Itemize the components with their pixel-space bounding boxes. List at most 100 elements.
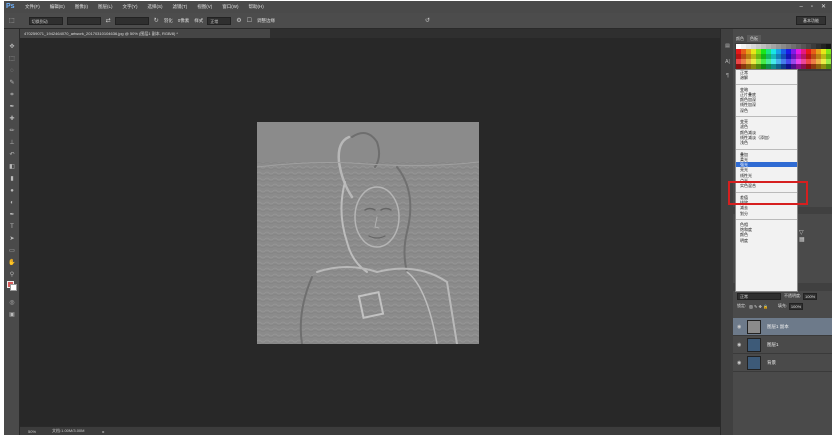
status-arrow-icon[interactable]: ▸ [102,429,104,434]
healing-brush-icon[interactable]: ✚ [7,115,17,123]
swap-icon[interactable]: ⇄ [106,17,111,24]
rotate-icon[interactable]: ↺ [425,17,430,24]
blend-mode-option[interactable]: 明度 [736,238,797,243]
fill-label: 填充: [777,303,788,308]
menu-separator [736,146,797,150]
status-bar: 50% 文档:1.00M/3.00M ▸ [20,426,720,435]
character-panel-icon[interactable]: A| [723,59,732,67]
eyedropper-icon[interactable]: ✒ [7,103,17,111]
menu-filter[interactable]: 滤镜(T) [168,1,193,13]
menu-separator [736,81,797,85]
refine-edge-label[interactable]: 调整边缘 [257,18,275,24]
history-brush-icon[interactable]: ↶ [7,151,17,159]
option-field-a[interactable] [66,16,101,25]
photoshop-window: Ps 文件(F) 编辑(E) 图像(I) 图层(L) 文字(Y) 选择(S) 滤… [4,1,832,435]
tab-color[interactable]: 颜色 [733,35,747,42]
blur-tool-icon[interactable]: ● [7,187,17,195]
zoom-tool-icon[interactable]: ⚲ [7,271,17,279]
workspace-select[interactable]: 基本功能 [796,16,826,25]
canvas-area[interactable] [20,38,720,426]
app-logo: Ps [6,3,15,10]
move-tool-icon[interactable]: ✥ [7,43,17,51]
preset-select[interactable]: 切换到动 [28,16,63,25]
option-field-b[interactable] [114,16,149,25]
eye-icon[interactable]: ◉ [737,360,743,366]
gear-icon[interactable]: ⚙ [236,17,241,24]
gradient-tool-icon[interactable]: ▮ [7,175,17,183]
color-swatch[interactable] [826,64,831,69]
feather-label: 羽化 [163,17,173,23]
window-controls: – ▫ ✕ [799,1,826,13]
layer-row[interactable]: ◉ 背景 [733,354,832,372]
screen-mode-icon[interactable]: ▣ [7,311,17,319]
annotation-highlight-box [728,181,808,205]
lasso-tool-icon[interactable]: ◌ [7,67,17,75]
quick-mask-icon[interactable]: ◎ [7,299,17,307]
lock-icons[interactable]: ▨ ✎ ✥ 🔒 [749,304,768,309]
feather-value[interactable]: 0像素 [178,18,190,24]
toolbox: ✥ ⬚ ◌ ✎ ⌗ ✒ ✚ ✏ ⊥ ↶ ◧ ▮ ● ◐ ✒ T ➤ ▭ ✋ ⚲ … [4,29,20,435]
history-panel-icon[interactable]: ▤ [723,43,732,51]
menu-separator [736,113,797,118]
brush-tool-icon[interactable]: ✏ [7,127,17,135]
menu-edit[interactable]: 编辑(E) [45,1,70,13]
layer-name: 图层1 副本 [767,323,789,329]
crop-tool-icon[interactable]: ⌗ [7,91,17,99]
minimize-icon[interactable]: – [799,1,802,13]
fill-field[interactable]: 100% [789,302,804,310]
marquee-tool-icon[interactable]: ⬚ [9,17,15,24]
panel-icon-strip: ▤ A| ¶ [720,29,733,435]
clone-stamp-icon[interactable]: ⊥ [7,139,17,147]
menu-image[interactable]: 图像(I) [70,1,93,13]
background-color[interactable] [10,284,17,291]
layer-row[interactable]: ◉ 图层1 [733,336,832,354]
layer-thumbnail [747,319,761,334]
options-bar: ⬚ 切换到动 ⇄ ↻ 羽化 0像素 样式 正常 ⚙ ☐ 调整边缘 ↺ 基本功能 [4,13,832,29]
menu-type[interactable]: 文字(Y) [118,1,143,13]
menu-select[interactable]: 选择(S) [143,1,168,13]
menu-bar: Ps 文件(F) 编辑(E) 图像(I) 图层(L) 文字(Y) 选择(S) 滤… [4,1,832,13]
opacity-label: 不透明度: [784,293,802,298]
maximize-icon[interactable]: ▫ [811,1,813,13]
document-tab-bar: 470259071_1942464070_artwork_20170310104… [20,29,720,38]
close-icon[interactable]: ✕ [821,1,826,13]
style-select[interactable]: 正常 [207,16,232,25]
adjustment-icons[interactable]: ▽ ▦ [799,229,805,243]
marquee-tool-icon[interactable]: ⬚ [7,55,17,63]
embossed-portrait-image[interactable] [257,122,479,344]
dodge-tool-icon[interactable]: ◐ [7,199,17,207]
eye-icon[interactable]: ◉ [737,324,743,330]
type-tool-icon[interactable]: T [7,223,17,231]
paragraph-panel-icon[interactable]: ¶ [723,73,732,81]
pen-tool-icon[interactable]: ✒ [7,211,17,219]
layer-blend-mode-select[interactable]: 正常 [737,292,781,300]
lock-label: 锁定: [737,303,747,308]
path-select-icon[interactable]: ➤ [7,235,17,243]
eye-icon[interactable]: ◉ [737,342,743,348]
swatch-grid[interactable] [736,44,831,69]
menu-layer[interactable]: 图层(L) [93,1,118,13]
menu-help[interactable]: 帮助(H) [244,1,269,13]
lock-row: 锁定: ▨ ✎ ✥ 🔒 填充: 100% [733,301,832,311]
refresh-icon[interactable]: ↻ [154,17,159,24]
menu-window[interactable]: 窗口(W) [217,1,243,13]
layer-name: 背景 [767,359,776,365]
swatch-tabs: 颜色 色板 [733,35,832,42]
style-label: 样式 [194,17,204,23]
zoom-level[interactable]: 50% [28,429,36,434]
layer-thumbnail [747,337,761,352]
shape-tool-icon[interactable]: ▭ [7,247,17,255]
opacity-field[interactable]: 100% [803,292,818,300]
hand-tool-icon[interactable]: ✋ [7,259,17,267]
tab-swatches[interactable]: 色板 [747,35,761,42]
document-tab[interactable]: 470259071_1942464070_artwork_20170310104… [20,29,270,38]
menu-view[interactable]: 视图(V) [192,1,217,13]
checkbox-icon[interactable]: ☐ [247,17,252,24]
doc-size-info: 文档:1.00M/3.00M [52,428,85,433]
layer-row[interactable]: ◉ 图层1 副本 [733,318,832,336]
eraser-icon[interactable]: ◧ [7,163,17,171]
quick-select-icon[interactable]: ✎ [7,79,17,87]
menu-file[interactable]: 文件(F) [20,1,45,13]
layer-thumbnail [747,355,761,370]
layers-controls: 正常 不透明度: 100% [733,291,832,301]
